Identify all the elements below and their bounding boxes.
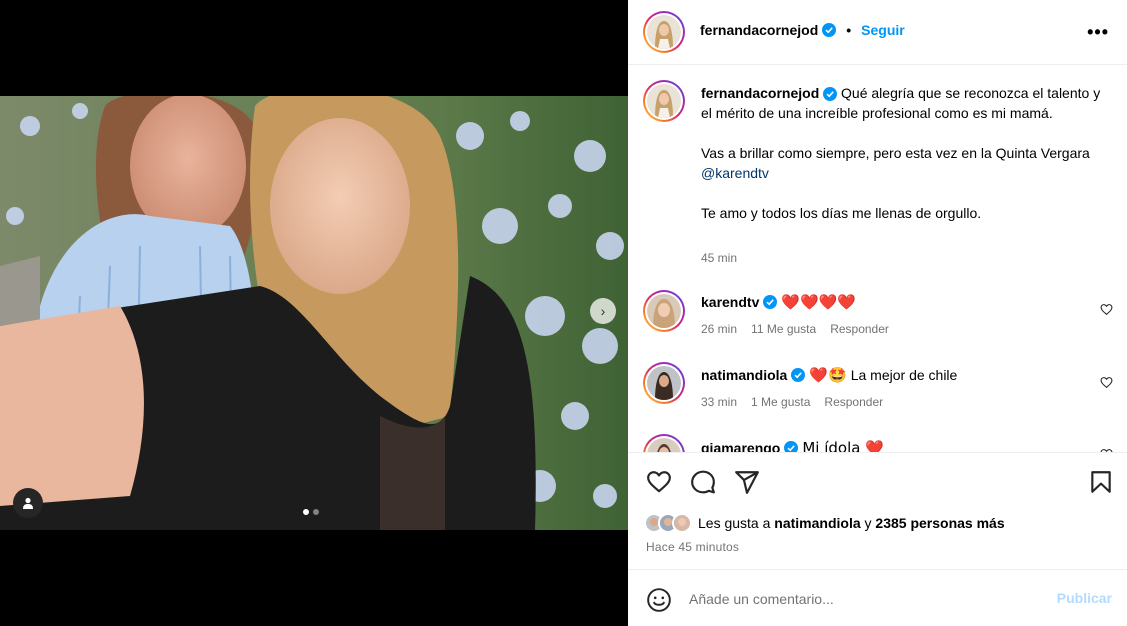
emoji-icon[interactable] — [646, 587, 672, 613]
liker-username[interactable]: natimandiola — [774, 515, 860, 531]
like-heart-icon[interactable] — [646, 469, 672, 495]
comment-meta: 33 min 1 Me gusta Responder — [701, 395, 883, 409]
comment-avatar-natimandiola[interactable] — [643, 362, 685, 404]
caption-username[interactable]: fernandacornejod — [701, 85, 819, 101]
post-timestamp[interactable]: Hace 45 minutos — [646, 540, 739, 554]
author-avatar[interactable] — [643, 11, 685, 53]
next-photo-button[interactable]: › — [590, 298, 616, 324]
more-options-icon[interactable]: ••• — [1087, 22, 1109, 43]
post-media: › — [0, 0, 628, 626]
post-photo[interactable] — [0, 96, 628, 530]
verified-badge-icon — [791, 368, 806, 382]
comment-username[interactable]: karendtv — [701, 293, 759, 311]
comment-icon[interactable] — [690, 469, 716, 495]
caption-time: 45 min — [701, 251, 738, 265]
like-comment-heart-icon[interactable] — [1100, 376, 1113, 389]
follow-button[interactable]: Seguir — [861, 22, 905, 38]
reply-button[interactable]: Responder — [824, 395, 883, 409]
likes-summary: Les gusta a natimandiola y 2385 personas… — [644, 513, 1005, 533]
comment-meta: 26 min 11 Me gusta Responder — [701, 322, 889, 336]
like-comment-heart-icon[interactable] — [1100, 303, 1113, 316]
comment-username[interactable]: giamarengo — [701, 439, 780, 452]
comment-likes[interactable]: 1 Me gusta — [751, 395, 810, 409]
verified-badge-icon — [823, 87, 838, 102]
likes-count[interactable]: 2385 personas más — [875, 515, 1004, 531]
carousel-dot-1 — [303, 509, 309, 515]
caption-line-3: Te amo y todos los días me llenas de org… — [701, 205, 982, 221]
comment-natimandiola: natimandiola ❤️🤩 La mejor de chile — [701, 366, 957, 384]
save-bookmark-icon[interactable] — [1088, 469, 1114, 495]
comment-giamarengo: giamarengo Mi ídola ❤️ — [701, 439, 884, 452]
tagged-users-button[interactable] — [13, 488, 43, 518]
carousel-dot-2 — [313, 509, 319, 515]
carousel-indicator — [303, 509, 319, 515]
publish-button[interactable]: Publicar — [1057, 590, 1112, 606]
likes-text[interactable]: Les gusta a natimandiola y 2385 personas… — [698, 515, 1005, 531]
verified-badge-icon — [763, 295, 778, 309]
author-info: fernandacornejod • Seguir — [700, 22, 905, 38]
user-icon — [23, 497, 33, 509]
post-actions: Les gusta a natimandiola y 2385 personas… — [628, 452, 1127, 569]
comment-text: Mi ídola ❤️ — [802, 439, 884, 452]
comment-emoji: ❤️🤩 — [809, 366, 847, 384]
comment-username[interactable]: natimandiola — [701, 366, 787, 384]
author-username[interactable]: fernandacornejod — [700, 22, 818, 38]
comment-time: 26 min — [701, 322, 738, 336]
verified-badge-icon — [784, 441, 799, 452]
comment-karendtv: karendtv ❤️❤️❤️❤️ — [701, 293, 856, 311]
liker-avatar — [672, 513, 692, 533]
post-details-panel: fernandacornejod • Seguir ••• fernandaco… — [628, 0, 1127, 626]
comment-text: ❤️❤️❤️❤️ — [781, 293, 857, 311]
comment-input[interactable] — [689, 588, 1029, 610]
caption-author-avatar[interactable] — [643, 80, 685, 122]
header-separator: • — [846, 22, 852, 38]
comment-time: 33 min — [701, 395, 738, 409]
comments-list[interactable]: fernandacornejod Qué alegría que se reco… — [628, 66, 1127, 452]
caption-line-2: Vas a brillar como siempre, pero esta ve… — [701, 145, 1090, 181]
reply-button[interactable]: Responder — [830, 322, 889, 336]
verified-badge-icon — [822, 23, 837, 37]
comment-avatar-karendtv[interactable] — [643, 290, 685, 332]
share-send-icon[interactable] — [734, 469, 760, 495]
add-comment-bar: Publicar — [628, 569, 1127, 626]
mention-link[interactable]: @karendtv — [701, 165, 769, 181]
comment-likes[interactable]: 11 Me gusta — [751, 322, 816, 336]
post-caption: fernandacornejod Qué alegría que se reco… — [701, 83, 1101, 223]
comment-avatar-giamarengo[interactable] — [643, 434, 685, 452]
post-header: fernandacornejod • Seguir ••• — [628, 0, 1127, 65]
selfie-image — [0, 96, 628, 530]
comment-text: La mejor de chile — [850, 367, 958, 383]
